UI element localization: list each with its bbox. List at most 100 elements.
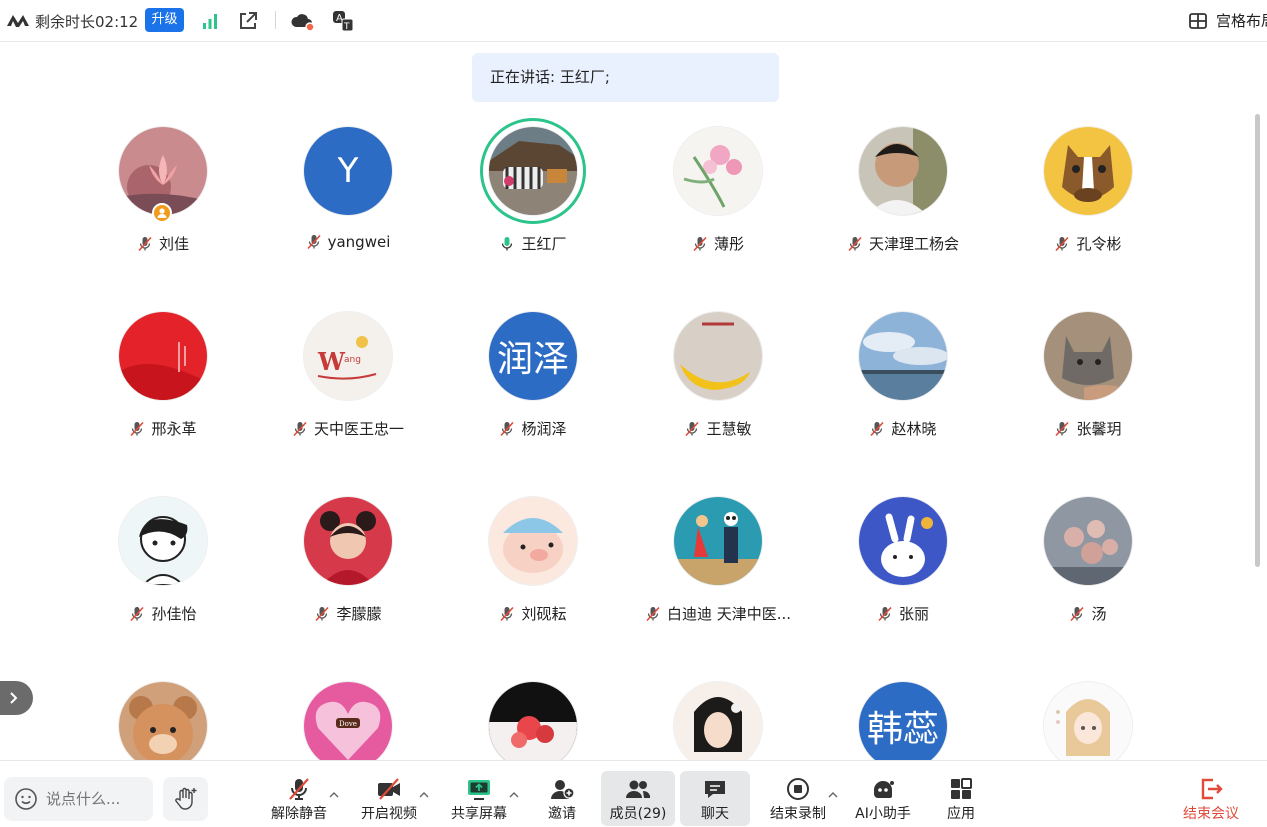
share-screen-icon — [468, 780, 490, 800]
avatar-initials: 润泽 — [496, 339, 569, 380]
apps-label: 应用 — [947, 806, 975, 822]
apps-grid-icon — [951, 778, 972, 799]
share-screen-button[interactable]: 共享屏幕 — [446, 771, 512, 826]
avatar — [1044, 497, 1132, 585]
chat-input-box[interactable] — [4, 777, 153, 821]
mic-muted-icon — [315, 606, 330, 621]
translate-icon[interactable]: A T — [331, 9, 355, 33]
participant-tile[interactable]: 张馨玥 — [998, 312, 1178, 452]
mic-muted-icon — [307, 234, 321, 250]
end-recording-label: 结束录制 — [770, 806, 826, 822]
participant-name-row: 汤 — [998, 603, 1178, 624]
participant-tile[interactable]: 刘砚耘 — [443, 497, 623, 637]
external-link-icon[interactable] — [236, 9, 260, 33]
end-meeting-button[interactable]: 结束会议 — [1178, 771, 1244, 826]
participant-name: 刘佳 — [158, 235, 189, 253]
chevron-up-icon[interactable] — [509, 791, 519, 799]
avatar — [859, 127, 947, 215]
mic-muted-icon — [500, 606, 515, 621]
avatar — [119, 312, 207, 400]
participant-name: 王慧敏 — [706, 420, 752, 438]
mic-muted-icon — [130, 421, 145, 436]
mic-muted-icon — [1070, 606, 1085, 621]
participant-name-row: 赵林晓 — [813, 418, 993, 439]
participant-tile[interactable]: 孔令彬 — [998, 127, 1178, 267]
participant-name-row: 刘佳 — [73, 233, 253, 254]
invite-button[interactable]: 邀请 — [540, 771, 584, 826]
chevron-up-icon[interactable] — [419, 791, 429, 799]
avatar: Y — [304, 127, 392, 215]
avatar — [489, 127, 577, 215]
apps-button[interactable]: 应用 — [940, 771, 982, 826]
members-button[interactable]: 成员(29) — [601, 771, 675, 826]
chevron-up-icon[interactable] — [329, 791, 339, 799]
svg-text:T: T — [343, 22, 350, 32]
avatar: Dove — [304, 682, 392, 770]
participant-tile[interactable]: 刘佳 — [73, 127, 253, 267]
raise-hand-icon — [174, 787, 196, 810]
invite-label: 邀请 — [548, 806, 576, 822]
ai-assistant-button[interactable]: AI小助手 — [852, 771, 914, 826]
bottom-toolbar: 解除静音 开启视频 共享屏幕 邀请 — [0, 760, 1267, 827]
svg-text:Dove: Dove — [339, 720, 357, 728]
layout-switch-button[interactable]: 宫格布局 — [1188, 10, 1267, 31]
participant-name-row: 孔令彬 — [998, 233, 1178, 254]
avatar — [674, 682, 762, 770]
members-label: 成员(29) — [609, 806, 667, 822]
avatar — [489, 497, 577, 585]
participant-name: 白迪迪 天津中医... — [666, 605, 792, 623]
emoji-icon[interactable] — [14, 787, 38, 811]
participant-tile[interactable]: 汤 — [998, 497, 1178, 637]
chat-input[interactable] — [46, 790, 146, 808]
participant-tile[interactable]: 王红厂 — [443, 118, 623, 267]
layout-label: 宫格布局 — [1216, 12, 1267, 30]
participant-tile[interactable]: 润泽杨润泽 — [443, 312, 623, 452]
avatar — [1044, 127, 1132, 215]
mic-muted-icon — [848, 236, 862, 251]
mic-muted-icon — [685, 421, 700, 436]
avatar: 润泽 — [489, 312, 577, 400]
participant-name-row: 李朦朦 — [258, 603, 438, 624]
participant-tile[interactable]: 李朦朦 — [258, 497, 438, 637]
participant-name: 刘砚耘 — [521, 605, 567, 623]
share-screen-label: 共享屏幕 — [451, 806, 507, 822]
chat-button[interactable]: 聊天 — [680, 771, 750, 826]
participant-tile[interactable]: 薄彤 — [628, 127, 808, 267]
participant-tile[interactable]: 邢永革 — [73, 312, 253, 452]
participant-name: 邢永革 — [151, 420, 197, 438]
participant-name-row: yangwei — [258, 233, 438, 251]
participant-tile[interactable]: 张丽 — [813, 497, 993, 637]
ai-assistant-label: AI小助手 — [855, 806, 911, 822]
app-logo-icon — [7, 15, 29, 27]
participant-tile[interactable]: 孙佳怡 — [73, 497, 253, 637]
avatar — [674, 312, 762, 400]
participant-tile[interactable]: 白迪迪 天津中医... — [628, 497, 808, 637]
svg-text:ang: ang — [344, 355, 361, 365]
raise-hand-button[interactable] — [163, 777, 208, 821]
signal-icon[interactable] — [198, 9, 222, 33]
participant-tile[interactable]: Wang 天中医王忠一 — [258, 312, 438, 452]
participant-name: 赵林晓 — [891, 420, 937, 438]
upgrade-button[interactable]: 升级 — [145, 8, 184, 32]
end-recording-button[interactable]: 结束录制 — [766, 771, 830, 826]
participant-tile[interactable]: 赵林晓 — [813, 312, 993, 452]
participant-tile[interactable]: 天津理工杨会 — [813, 127, 993, 267]
scrollbar[interactable] — [1255, 114, 1260, 567]
avatar: Wang — [304, 312, 392, 400]
unmute-button[interactable]: 解除静音 — [266, 771, 332, 826]
participant-tile[interactable]: Yyangwei — [258, 127, 438, 267]
mic-muted-icon — [130, 606, 145, 621]
participant-tile[interactable]: 王慧敏 — [628, 312, 808, 452]
start-video-button[interactable]: 开启视频 — [356, 771, 422, 826]
mic-muted-icon — [870, 421, 885, 436]
expand-sidebar-button[interactable] — [0, 681, 33, 715]
mic-muted-icon — [693, 236, 707, 251]
avatar — [1044, 682, 1132, 770]
cloud-recording-icon[interactable] — [290, 9, 314, 33]
participant-name: 张丽 — [898, 605, 929, 623]
mic-active-icon — [502, 236, 513, 250]
participant-name: 杨润泽 — [521, 420, 567, 438]
mic-muted-icon — [1055, 236, 1070, 251]
record-stop-icon — [787, 778, 809, 800]
chevron-up-icon[interactable] — [828, 791, 838, 799]
